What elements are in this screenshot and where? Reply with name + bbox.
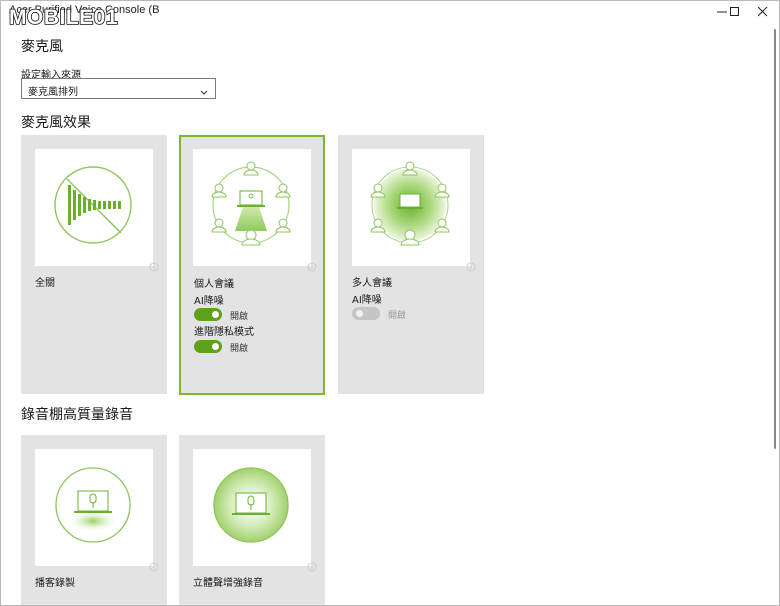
effect-card-title: 多人會議 [352, 278, 392, 289]
toggle-state-text: 開啟 [230, 344, 249, 354]
scrollbar-thumb[interactable] [774, 29, 776, 449]
input-source-select[interactable]: 麥克風排列 [21, 78, 216, 99]
studio-thumb-podcast [35, 449, 159, 572]
main-content: 麥克風 設定輸入來源 麥克風排列 麥克風效果 全關 個人會議 AI降噪 開啟 進… [1, 23, 773, 605]
effect-card-title: 個人會議 [194, 279, 234, 290]
effect-card-title: 全關 [35, 278, 55, 289]
effect-card-personal[interactable]: 個人會議 AI降噪 開啟 進階隱私模式 開啟 [179, 135, 325, 395]
close-button[interactable] [748, 1, 778, 23]
studio-card-title: 立體聲增強錄音 [193, 578, 263, 589]
chevron-down-icon [199, 83, 209, 102]
studio-card-title: 播客錄製 [35, 578, 75, 589]
input-source-value: 麥克風排列 [28, 87, 78, 98]
mute-wave-icon [54, 166, 132, 244]
option-label-privacy: 進階隱私模式 [194, 327, 254, 338]
option-label-ai-noise: AI降噪 [194, 296, 224, 307]
studio-heading: 錄音棚高質量錄音 [21, 407, 133, 423]
studio-thumb-stereo [193, 449, 317, 572]
effect-card-off[interactable]: 全關 [21, 135, 167, 394]
stereo-mic-icon [213, 467, 289, 543]
studio-card-stereo[interactable]: 立體聲增強錄音 [179, 435, 325, 605]
effect-card-group[interactable]: 多人會議 AI降噪 開啟 [338, 135, 484, 394]
effect-thumb-off [35, 149, 159, 272]
app-window: Acer Purified Voice Console (B MOBILE01 … [0, 0, 780, 606]
podcast-mic-icon [55, 467, 131, 543]
toggle-state-text: 開啟 [230, 312, 249, 322]
title-bar[interactable]: Acer Purified Voice Console (B MOBILE01 [1, 1, 779, 30]
toggle-privacy-mode[interactable] [194, 340, 222, 353]
effects-heading: 麥克風效果 [21, 115, 91, 131]
toggle-ai-noise[interactable] [194, 308, 222, 321]
page-title: 麥克風 [21, 39, 63, 55]
option-label-ai-noise: AI降噪 [352, 295, 382, 306]
effect-thumb-group [352, 149, 476, 272]
maximize-button[interactable] [720, 1, 750, 23]
group-meeting-icon [370, 161, 450, 246]
toggle-ai-noise-disabled[interactable] [352, 307, 380, 320]
personal-meeting-icon [211, 161, 291, 246]
studio-card-podcast[interactable]: 播客錄製 [21, 435, 167, 605]
maximize-icon [730, 7, 739, 16]
close-icon [758, 7, 768, 17]
toggle-state-text: 開啟 [388, 311, 407, 321]
effect-thumb-personal [193, 149, 317, 272]
